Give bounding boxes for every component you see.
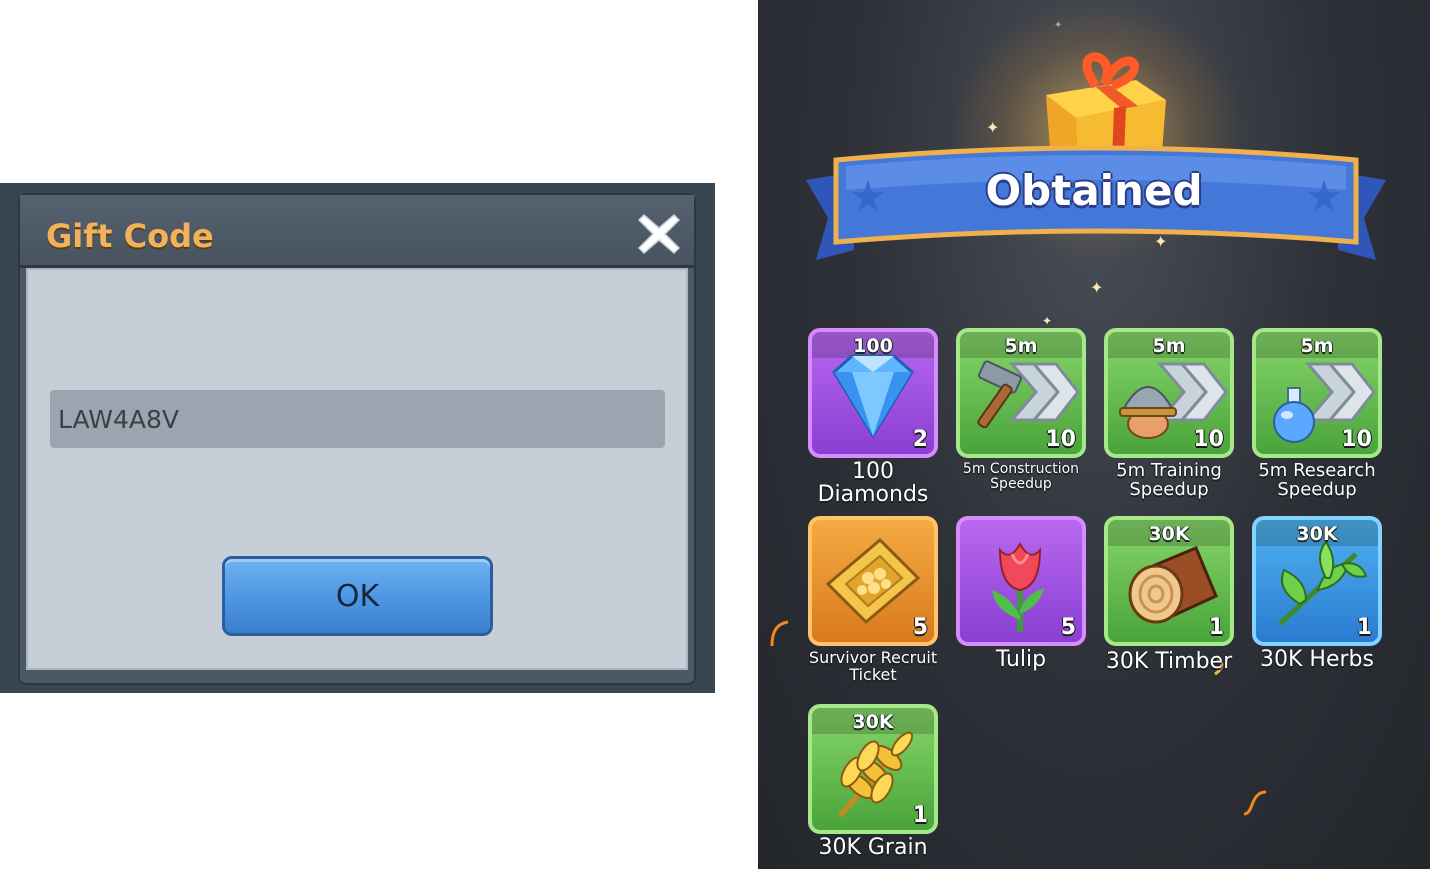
reward-amount: 5m [1004, 335, 1038, 357]
gift-code-dialog: Gift Code OK [0, 183, 715, 693]
ok-button[interactable]: OK [222, 556, 493, 636]
reward-name: 100 Diamonds [817, 459, 929, 508]
reward-tile: 100 2 [808, 328, 938, 458]
reward-name: 5m Research Speedup [1258, 460, 1376, 500]
obtained-screen: Obtained ✦ ✦ ✦ ✦ ✦ 100 2 100 Diamonds 5m… [758, 0, 1430, 869]
reward-name: 30K Timber [1105, 649, 1233, 674]
reward-quantity: 10 [1341, 427, 1372, 452]
reward-name: 5m Construction Speedup [962, 461, 1080, 492]
reward-tile: 5 [956, 516, 1086, 646]
reward-name: Tulip [995, 647, 1047, 672]
reward-tile: 5m 10 [1252, 328, 1382, 458]
close-button[interactable] [636, 211, 682, 257]
reward-quantity: 10 [1045, 427, 1076, 452]
dialog-title: Gift Code [46, 217, 214, 255]
reward-quantity: 1 [1356, 615, 1372, 640]
reward-tile: 30K 1 [808, 704, 938, 834]
reward-amount: 30K [1148, 523, 1190, 545]
reward-amount: 30K [852, 711, 894, 733]
reward-amount: 5m [1300, 335, 1334, 357]
reward-grid: 100 2 100 Diamonds 5m 10 5m Construction… [758, 0, 1430, 869]
reward-tile: 30K 1 [1252, 516, 1382, 646]
reward-quantity: 10 [1193, 427, 1224, 452]
reward-quantity: 1 [912, 803, 928, 828]
reward-name: 30K Herbs [1260, 647, 1374, 672]
reward-name: 30K Grain [818, 835, 928, 860]
reward-quantity: 5 [912, 615, 928, 640]
reward-quantity: 2 [912, 427, 928, 452]
reward-quantity: 5 [1060, 615, 1076, 640]
reward-tile: 5 [808, 516, 938, 646]
reward-quantity: 1 [1208, 615, 1224, 640]
reward-tile: 5m 10 [956, 328, 1086, 458]
reward-amount: 100 [853, 335, 893, 357]
reward-name: Survivor Recruit Ticket [808, 648, 938, 684]
close-x-icon [637, 213, 681, 255]
reward-amount: 5m [1152, 335, 1186, 357]
reward-name: 5m Training Speedup [1116, 460, 1222, 500]
ok-button-label: OK [335, 578, 380, 614]
reward-amount: 30K [1296, 523, 1338, 545]
gift-code-input[interactable] [50, 390, 665, 448]
reward-tile: 5m 10 [1104, 328, 1234, 458]
reward-tile: 30K 1 [1104, 516, 1234, 646]
